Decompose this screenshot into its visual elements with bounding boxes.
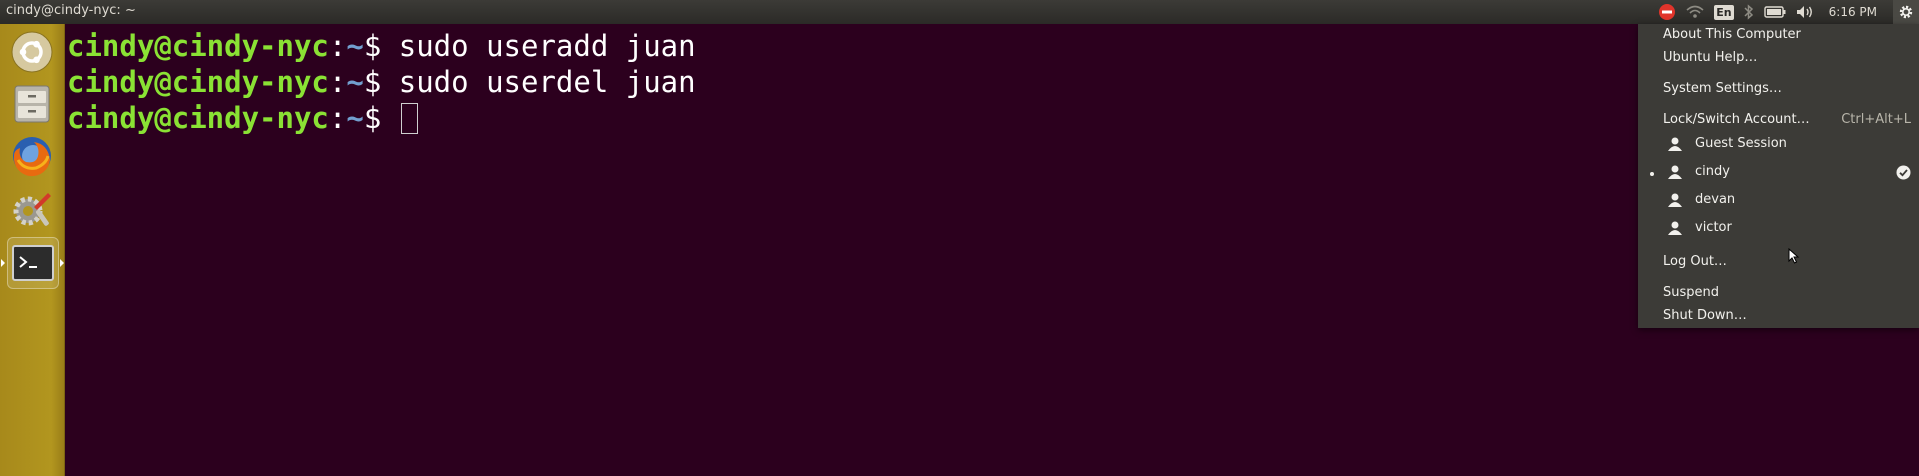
launcher-dash-button[interactable] [7,27,57,77]
clock[interactable]: 6:16 PM [1829,0,1877,24]
gear-icon [1899,5,1913,19]
menu-item-help[interactable]: Ubuntu Help… [1663,50,1757,65]
sound-indicator[interactable] [1796,0,1814,24]
top-panel: cindy@cindy-nyc: ~ En 6:16 PM [0,0,1919,24]
window-title: cindy@cindy-nyc: ~ [6,3,136,18]
no-entry-icon [1659,4,1676,20]
battery-indicator[interactable] [1763,0,1786,24]
focused-indicator-icon [60,259,64,267]
menu-item-logout[interactable]: Log Out… [1663,254,1727,269]
mouse-pointer-icon [1788,248,1800,264]
user-icon [1668,221,1682,235]
menu-item-about[interactable]: About This Computer [1663,27,1801,42]
volume-icon [1796,6,1812,18]
launcher-firefox-button[interactable] [7,131,57,181]
user-label: cindy [1695,164,1730,179]
command-text: sudo useradd juan [398,29,696,63]
menu-item-system-settings[interactable]: System Settings… [1663,81,1782,96]
battery-icon [1763,6,1786,18]
prompt-path: ~ [346,65,364,99]
session-indicator[interactable] [1893,0,1919,24]
prompt-dollar: $ [363,65,399,99]
prompt-user: cindy@cindy-nyc [67,29,329,63]
menu-item-shutdown[interactable]: Shut Down… [1663,308,1747,323]
user-icon [1668,137,1682,151]
file-cabinet-icon [14,85,50,123]
user-icon [1668,193,1682,207]
lock-shortcut: Ctrl+Alt+L [1841,112,1911,127]
launcher-files-button[interactable] [7,79,57,129]
prompt-user: cindy@cindy-nyc [67,101,329,135]
keyboard-indicator[interactable]: En [1714,0,1734,24]
settings-tools-icon [13,193,51,226]
prompt-dollar: $ [363,101,399,135]
terminal-icon [12,245,54,281]
network-error-indicator[interactable] [1658,0,1676,24]
prompt-path: ~ [346,101,364,135]
running-indicator-icon [1,259,5,267]
bluetooth-icon [1744,4,1753,20]
firefox-icon [13,137,51,177]
wifi-indicator[interactable] [1686,0,1704,24]
menu-item-lock[interactable]: Lock/Switch Account… [1663,112,1810,127]
prompt-separator: : [328,101,347,135]
launcher-terminal-button[interactable] [1,237,64,289]
user-icon [1668,165,1682,179]
text-cursor [400,103,418,134]
wifi-icon [1686,5,1704,18]
user-label: victor [1695,220,1732,235]
launcher [0,24,65,476]
prompt-user: cindy@cindy-nyc [67,65,329,99]
ubuntu-logo-icon [11,31,53,73]
bluetooth-indicator[interactable] [1744,0,1754,24]
prompt-dollar: $ [363,29,399,63]
prompt-separator: : [328,65,347,99]
keyboard-layout-label: En [1714,4,1734,20]
checkmark-icon [1896,165,1911,180]
prompt-separator: : [328,29,347,63]
session-menu: About This Computer Ubuntu Help… System … [1638,24,1919,328]
menu-item-suspend[interactable]: Suspend [1663,285,1719,300]
launcher-settings-button[interactable] [7,184,57,234]
indicator-area: En 6:16 PM [1653,0,1919,24]
prompt-path: ~ [346,29,364,63]
active-user-dot [1650,172,1654,176]
user-label: devan [1695,192,1736,207]
command-text: sudo userdel juan [398,65,696,99]
user-label: Guest Session [1695,136,1787,151]
